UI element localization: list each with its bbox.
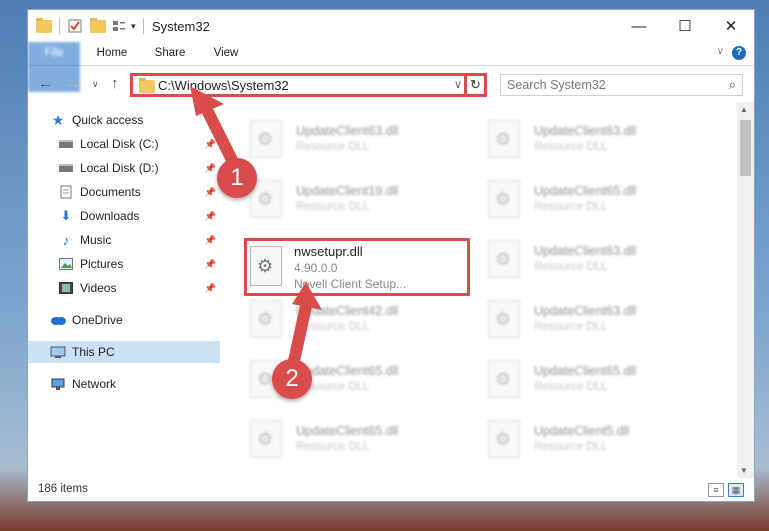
step-1-badge: 1 xyxy=(217,158,257,198)
arrow-to-file xyxy=(286,282,322,376)
annotation-arrows xyxy=(190,86,322,376)
step-2-badge: 2 xyxy=(272,359,312,399)
